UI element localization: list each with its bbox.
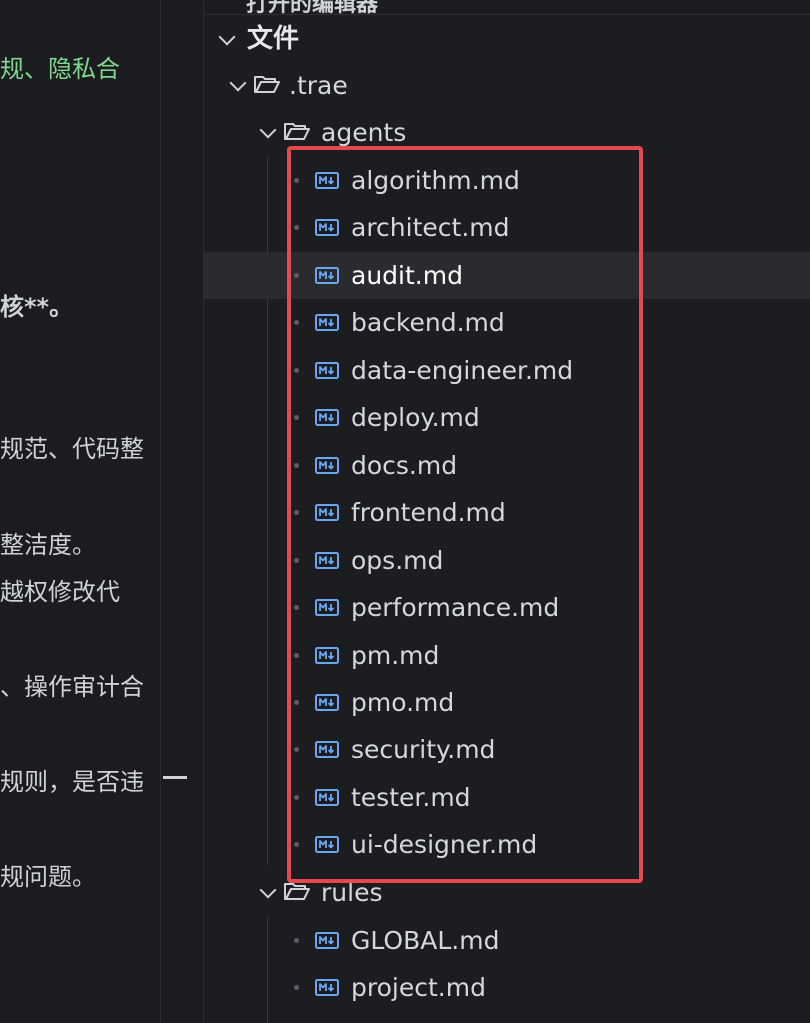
editor-line: 规范、代码整 [0, 435, 144, 463]
section-title: 文件 [247, 24, 300, 54]
folder-open-icon [284, 123, 310, 140]
file-item[interactable]: project.md [204, 964, 810, 1011]
markdown-file-icon [315, 979, 339, 997]
tree-bullet [294, 938, 299, 943]
chevron-down-icon [259, 121, 277, 139]
editor-line: 规则，是否违 [0, 768, 144, 796]
editor-line: 规、隐私合 [0, 55, 120, 83]
markdown-file-icon [315, 932, 339, 949]
chevron-down-icon [218, 28, 236, 46]
editor-pane[interactable]: 规、隐私合 核**。 规范、代码整 整洁度。 越权修改代 、操作审计合 规则，是… [0, 0, 160, 1023]
minimap-slider[interactable] [163, 776, 187, 779]
editor-line: 越权修改代 [0, 578, 120, 606]
folder-open-icon [254, 76, 280, 93]
editor-line: 核**。 [0, 293, 74, 321]
editor-line: 整洁度。 [0, 531, 96, 559]
file-label: GLOBAL.md [351, 926, 500, 955]
chevron-down-icon [229, 74, 247, 92]
editor-gutter [161, 0, 203, 1023]
file-item[interactable]: GLOBAL.md [204, 917, 810, 964]
highlight-box [287, 146, 643, 883]
folder-open-icon [284, 883, 310, 900]
editor-line: 、操作审计合 [0, 673, 144, 701]
file-label: project.md [351, 973, 486, 1003]
chevron-down-icon [259, 881, 277, 899]
files-section-header[interactable]: 文件 [204, 16, 810, 63]
folder-trae[interactable]: .trae [204, 62, 810, 109]
section-divider [204, 14, 810, 15]
tree-bullet [294, 985, 299, 991]
folder-label: .trae [289, 71, 348, 100]
editor-line: 规问题。 [0, 863, 96, 891]
